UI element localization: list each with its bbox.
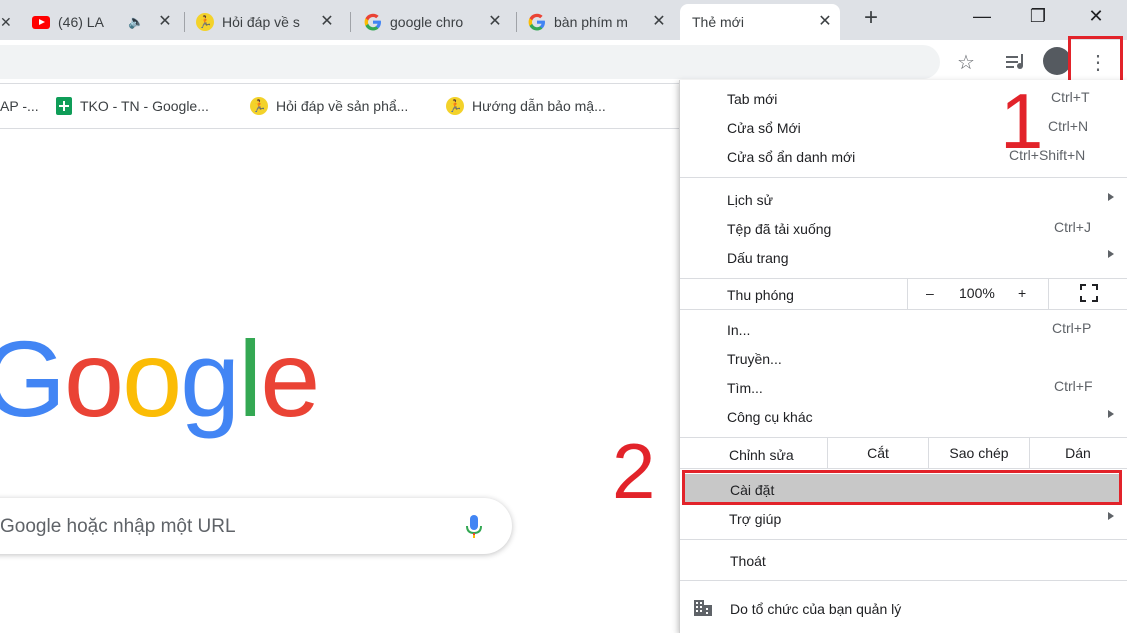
menu-divider <box>680 278 1127 279</box>
logo-letter: o <box>122 318 182 439</box>
menu-item-exit[interactable]: Thoát <box>730 553 766 569</box>
tab-divider <box>184 12 185 32</box>
bookmark-item[interactable]: 🏃 Hướng dẫn bảo mậ... <box>446 96 606 116</box>
tab-title: google chro <box>390 14 464 30</box>
menu-item-new-window[interactable]: Cửa sổ Mới <box>727 120 801 136</box>
menu-divider <box>680 309 1127 310</box>
menu-item-help[interactable]: Trợ giúp <box>729 511 781 527</box>
menu-divider <box>680 580 1127 581</box>
close-window-button[interactable]: ✕ <box>1071 0 1121 32</box>
paste-button[interactable]: Dán <box>1030 445 1126 461</box>
address-bar[interactable] <box>0 45 940 79</box>
edit-label: Chỉnh sửa <box>729 447 794 463</box>
shortcut-label: Ctrl+F <box>1054 378 1093 394</box>
tab-ban-phim[interactable]: bàn phím m ✕ <box>528 4 674 40</box>
logo-letter: e <box>260 318 320 439</box>
submenu-arrow-icon <box>1108 512 1114 520</box>
submenu-arrow-icon <box>1108 250 1114 258</box>
menu-item-print[interactable]: In... <box>727 322 750 338</box>
runner-icon: 🏃 <box>446 97 464 115</box>
submenu-arrow-icon <box>1108 410 1114 418</box>
zoom-cell-divider <box>907 279 908 309</box>
tab-close-icon[interactable]: ✕ <box>318 13 336 31</box>
tab-divider <box>516 12 517 32</box>
logo-letter: G <box>0 318 66 439</box>
shortcut-label: Ctrl+N <box>1048 118 1089 134</box>
menu-item-incognito[interactable]: Cửa sổ ẩn danh mới <box>727 149 855 165</box>
bookmark-label: Hỏi đáp về sản phẩ... <box>276 98 409 114</box>
menu-item-more-tools[interactable]: Công cụ khác <box>727 409 813 425</box>
bookmark-item[interactable]: AP -... <box>0 96 39 116</box>
bookmark-label: Hướng dẫn bảo mậ... <box>472 98 606 114</box>
highlight-box-settings <box>682 470 1122 505</box>
menu-divider <box>680 468 1127 469</box>
copy-button[interactable]: Sao chép <box>929 445 1029 461</box>
microphone-icon[interactable] <box>462 513 486 541</box>
logo-letter: o <box>64 318 124 439</box>
bookmark-item[interactable]: TKO - TN - Google... <box>56 96 209 116</box>
zoom-value: 100% <box>959 285 995 301</box>
audio-playing-icon[interactable]: 🔈 <box>128 14 144 30</box>
new-tab-button[interactable]: + <box>858 4 884 32</box>
runner-icon: 🏃 <box>196 13 214 31</box>
highlight-box-menu-button <box>1068 36 1123 86</box>
logo-letter: l <box>238 318 262 439</box>
bookmark-label: TKO - TN - Google... <box>80 98 209 114</box>
tab-partial-close-icon: ✕ <box>0 13 12 30</box>
tab-title: Thẻ mới <box>692 14 744 30</box>
tab-hoi-dap[interactable]: 🏃 Hỏi đáp về s ✕ <box>196 4 342 40</box>
zoom-in-button[interactable]: + <box>1018 285 1026 301</box>
shortcut-label: Ctrl+P <box>1052 320 1092 336</box>
shortcut-label: Ctrl+J <box>1054 219 1091 235</box>
tab-divider <box>350 12 351 32</box>
youtube-icon <box>32 13 50 31</box>
sheets-icon <box>56 97 72 115</box>
menu-item-history[interactable]: Lịch sử <box>727 192 773 208</box>
menu-item-find[interactable]: Tìm... <box>727 380 763 396</box>
menu-divider <box>680 177 1127 178</box>
google-logo: Google <box>0 325 320 433</box>
tab-close-icon[interactable]: ✕ <box>650 13 668 31</box>
media-controls-icon[interactable] <box>1003 49 1029 75</box>
tab-close-icon[interactable]: ✕ <box>156 13 174 31</box>
menu-divider <box>680 437 1127 438</box>
search-input[interactable]: Google hoặc nhập một URL <box>0 516 236 538</box>
menu-item-downloads[interactable]: Tệp đã tải xuống <box>727 221 831 237</box>
bookmark-star-icon[interactable]: ☆ <box>953 49 979 75</box>
zoom-label: Thu phóng <box>727 287 794 303</box>
menu-divider <box>680 539 1127 540</box>
minimize-button[interactable]: — <box>957 0 1007 32</box>
step-number-annotation: 1 <box>1000 77 1044 165</box>
tab-close-icon[interactable]: ✕ <box>816 13 834 31</box>
google-g-icon <box>528 13 546 31</box>
zoom-out-button[interactable]: – <box>926 285 934 301</box>
tab-title: Hỏi đáp về s <box>222 14 300 30</box>
menu-item-new-tab[interactable]: Tab mới <box>727 91 777 107</box>
step-number-annotation: 2 <box>612 427 656 515</box>
profile-avatar[interactable] <box>1043 47 1071 75</box>
tab-google-chrome[interactable]: google chro ✕ <box>364 4 510 40</box>
tab-title: bàn phím m <box>554 14 628 30</box>
maximize-button[interactable]: ❐ <box>1013 0 1063 32</box>
menu-item-cast[interactable]: Truyền... <box>727 351 782 367</box>
tab-title: (46) LA <box>58 14 104 30</box>
tab-youtube[interactable]: ✕ (46) LA 🔈 ✕ <box>0 4 180 40</box>
fullscreen-icon[interactable] <box>1080 284 1098 302</box>
bookmark-label: AP -... <box>0 98 39 114</box>
managed-by-org-label[interactable]: Do tổ chức của bạn quản lý <box>730 601 901 617</box>
shortcut-label: Ctrl+T <box>1051 89 1090 105</box>
zoom-cell-divider <box>1048 279 1049 309</box>
runner-icon: 🏃 <box>250 97 268 115</box>
logo-letter: g <box>180 318 240 439</box>
cut-button[interactable]: Cắt <box>828 445 928 461</box>
tab-new-tab[interactable]: Thẻ mới ✕ <box>680 4 840 40</box>
submenu-arrow-icon <box>1108 193 1114 201</box>
bookmark-item[interactable]: 🏃 Hỏi đáp về sản phẩ... <box>250 96 408 116</box>
google-g-icon <box>364 13 382 31</box>
tab-close-icon[interactable]: ✕ <box>486 13 504 31</box>
menu-item-bookmarks[interactable]: Dấu trang <box>727 250 788 266</box>
managed-building-icon <box>694 600 712 616</box>
